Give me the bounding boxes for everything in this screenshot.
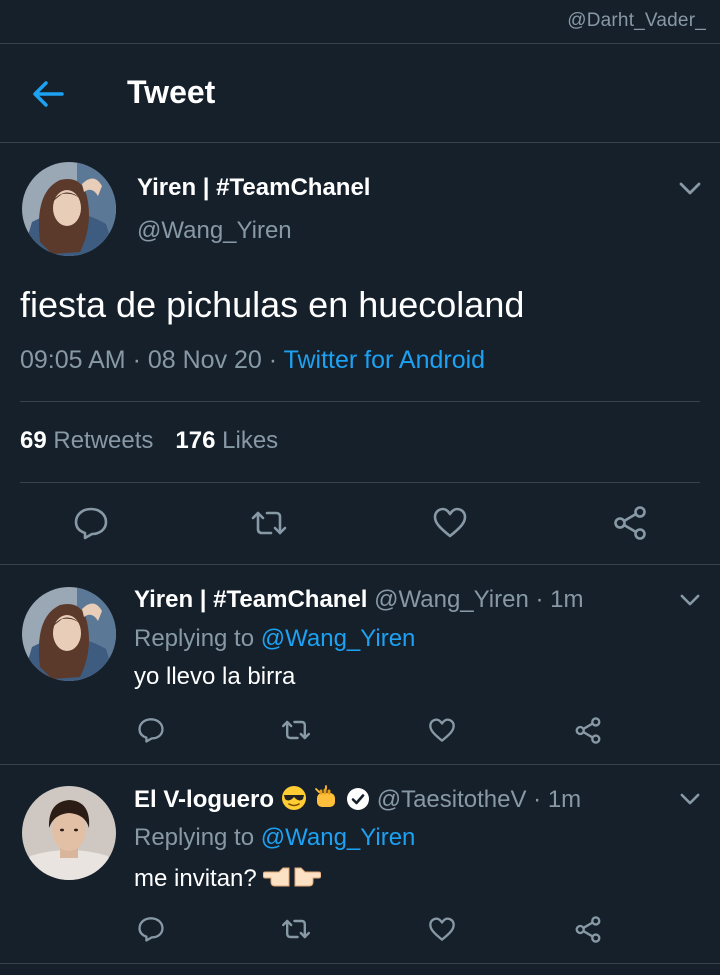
meta-separator: · [526, 786, 548, 813]
verified-icon [347, 788, 370, 810]
comment-icon [138, 718, 164, 743]
back-button[interactable] [30, 76, 66, 112]
reply-text-row: me invitan? [134, 862, 322, 897]
chevron-down-icon [680, 594, 700, 605]
watermark-handle: @Darht_Vader_ [567, 10, 706, 31]
divider [0, 963, 720, 964]
retweets-label: Retweets [53, 427, 154, 454]
reply-menu-button[interactable] [678, 588, 702, 612]
author-avatar[interactable] [22, 162, 116, 256]
chevron-down-icon [679, 182, 701, 195]
sunglasses-emoji-icon [281, 786, 306, 810]
divider [0, 43, 720, 44]
replying-to-label: Replying to [134, 824, 255, 851]
reply-avatar[interactable] [22, 786, 116, 880]
mention-link[interactable]: @Wang_Yiren [261, 824, 416, 851]
tweet-source-link[interactable]: Twitter for Android [284, 346, 485, 374]
reply-author-name[interactable]: Yiren | #TeamChanel [134, 586, 367, 613]
tweet-date: 08 Nov 20 [147, 346, 262, 374]
retweet-count: 69 [20, 427, 47, 454]
mention-link[interactable]: @Wang_Yiren [261, 625, 416, 652]
share-button[interactable] [609, 502, 651, 544]
divider [20, 482, 700, 483]
tweet-meta: 09:05 AM · 08 Nov 20 · Twitter for Andro… [20, 346, 485, 375]
replying-to: Replying to @Wang_Yiren [134, 824, 415, 852]
reply-text: yo llevo la birra [134, 663, 296, 690]
likes-stat[interactable]: 176 Likes [175, 427, 278, 454]
verified-badge [346, 787, 370, 818]
share-button[interactable] [571, 713, 605, 747]
divider [20, 401, 700, 402]
reply-button[interactable] [70, 502, 112, 544]
reply-time: 1m [550, 586, 584, 613]
reply-author-handle[interactable]: @TaesitotheV [377, 786, 527, 813]
author-handle[interactable]: @Wang_Yiren [137, 217, 292, 245]
replying-to: Replying to @Wang_Yiren [134, 625, 415, 653]
divider [0, 142, 720, 143]
comment-icon [74, 507, 108, 540]
retweet-icon [282, 919, 310, 939]
tweet-text: fiesta de pichulas en huecoland [20, 284, 525, 325]
reply-header: Yiren | #TeamChanel @Wang_Yiren · 1m [134, 586, 583, 614]
page-title: Tweet [127, 74, 216, 110]
heart-icon [433, 507, 467, 538]
chevron-down-icon [680, 793, 700, 804]
fist-emoji-icon [315, 785, 336, 807]
tweet-menu-button[interactable] [678, 177, 702, 201]
reply-author-handle[interactable]: @Wang_Yiren [374, 586, 529, 613]
reply-button[interactable] [134, 713, 168, 747]
tweet-stats: 69 Retweets 176 Likes [20, 427, 278, 455]
meta-separator: · [125, 346, 148, 374]
like-button[interactable] [425, 912, 459, 946]
share-icon [575, 915, 601, 943]
reply-time: 1m [547, 786, 582, 813]
retweets-stat[interactable]: 69 Retweets [20, 427, 153, 454]
tweet-time: 09:05 AM [20, 346, 126, 374]
reply-text: me invitan? [134, 865, 257, 892]
like-button[interactable] [429, 502, 471, 544]
reply-avatar[interactable] [22, 587, 116, 681]
pointing-fingers-emoji-icon [262, 862, 322, 897]
author-name[interactable]: Yiren | #TeamChanel [137, 174, 370, 202]
likes-label: Likes [222, 427, 279, 454]
comment-icon [138, 917, 164, 942]
meta-separator: · [528, 586, 551, 613]
heart-icon [429, 916, 455, 941]
retweet-button[interactable] [248, 502, 290, 544]
replying-to-label: Replying to [134, 625, 255, 652]
retweet-icon [251, 511, 287, 535]
arrow-left-icon [33, 81, 64, 107]
share-icon [614, 506, 646, 540]
retweet-button[interactable] [279, 713, 313, 747]
like-count: 176 [175, 427, 216, 454]
reply-button[interactable] [134, 912, 168, 946]
like-button[interactable] [425, 713, 459, 747]
share-icon [575, 716, 601, 744]
meta-separator: · [261, 346, 284, 374]
reply-menu-button[interactable] [678, 787, 702, 811]
heart-icon [429, 717, 455, 742]
divider [0, 564, 720, 565]
retweet-button[interactable] [279, 912, 313, 946]
retweet-icon [282, 720, 310, 740]
divider [0, 764, 720, 765]
reply-author-name[interactable]: El V-loguero [134, 786, 274, 813]
reply-header: El V-loguero @TaesitotheV · 1m [134, 785, 581, 818]
name-emojis [281, 785, 340, 818]
share-button[interactable] [571, 912, 605, 946]
